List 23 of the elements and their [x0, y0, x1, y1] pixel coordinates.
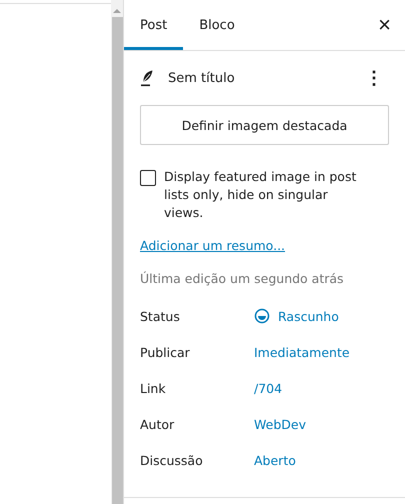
feather-icon	[140, 69, 154, 87]
setting-value-link[interactable]: /704	[254, 380, 282, 396]
setting-value-link[interactable]: Imediatamente	[254, 344, 350, 360]
setting-label: Publicar	[140, 344, 191, 360]
tab[interactable]: Post	[124, 0, 184, 50]
tab[interactable]: Bloco	[183, 0, 251, 50]
checkbox[interactable]	[140, 170, 156, 186]
setting-label: Discussão	[140, 452, 204, 468]
setting-value-link[interactable]: WebDev	[254, 416, 306, 432]
setting-value-link[interactable]: Aberto	[254, 452, 296, 468]
setting-label: Status	[140, 308, 181, 324]
add-excerpt-link[interactable]: Adicionar um resumo...	[140, 238, 286, 253]
status-link[interactable]: Rascunho	[254, 308, 339, 324]
setting-label: Link	[140, 380, 167, 396]
scrollbar[interactable]	[111, 0, 123, 504]
close-button[interactable]: ×	[364, 0, 405, 50]
checkbox-label: Display featured image in post lists only, hide on singular views.	[164, 168, 358, 222]
setting-label: Autor	[140, 416, 176, 432]
last-edited-text: Última edição um segundo atrás	[140, 271, 345, 286]
more-options-button[interactable]: ⋮	[359, 67, 389, 89]
featured-image-button[interactable]: Definir imagem destacada	[140, 105, 389, 145]
post-title: Sem título	[168, 70, 235, 86]
draft-status-icon	[254, 308, 270, 324]
